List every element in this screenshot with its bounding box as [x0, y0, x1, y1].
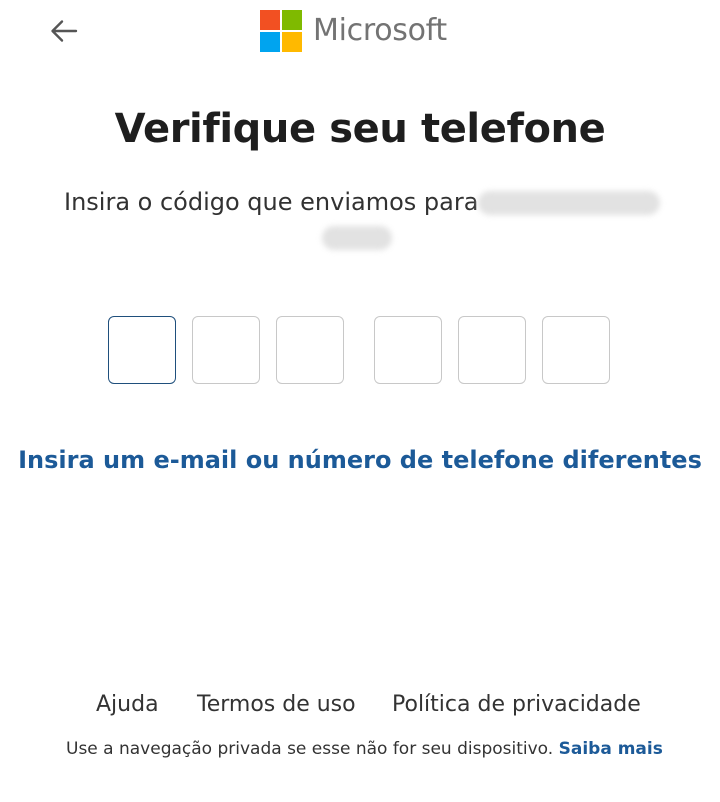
subtitle-text: Insira o código que enviamos para [64, 188, 479, 216]
code-digit-5[interactable] [458, 316, 526, 384]
help-link[interactable]: Ajuda [96, 692, 159, 717]
terms-of-use-link[interactable]: Termos de uso [197, 692, 356, 717]
redacted-phone-number [478, 191, 660, 215]
arrow-left-icon [51, 20, 78, 42]
page-title: Verifique seu telefone [114, 106, 606, 152]
back-button[interactable] [46, 14, 82, 48]
private-browsing-note: Use a navegação privada se esse não for … [66, 739, 663, 759]
privacy-policy-link[interactable]: Política de privacidade [392, 692, 641, 717]
learn-more-link[interactable]: Saiba mais [559, 739, 663, 759]
code-digit-1[interactable] [108, 316, 176, 384]
private-browsing-text: Use a navegação privada se esse não for … [66, 739, 554, 759]
microsoft-brand: Microsoft [260, 9, 447, 53]
redacted-phone-number-continued [322, 226, 392, 250]
code-digit-6[interactable] [542, 316, 610, 384]
brand-name: Microsoft [313, 13, 447, 48]
code-digit-3[interactable] [276, 316, 344, 384]
microsoft-logo [260, 10, 302, 52]
code-digit-2[interactable] [192, 316, 260, 384]
code-digit-4[interactable] [374, 316, 442, 384]
different-email-or-phone-link[interactable]: Insira um e-mail ou número de telefone d… [0, 446, 720, 474]
